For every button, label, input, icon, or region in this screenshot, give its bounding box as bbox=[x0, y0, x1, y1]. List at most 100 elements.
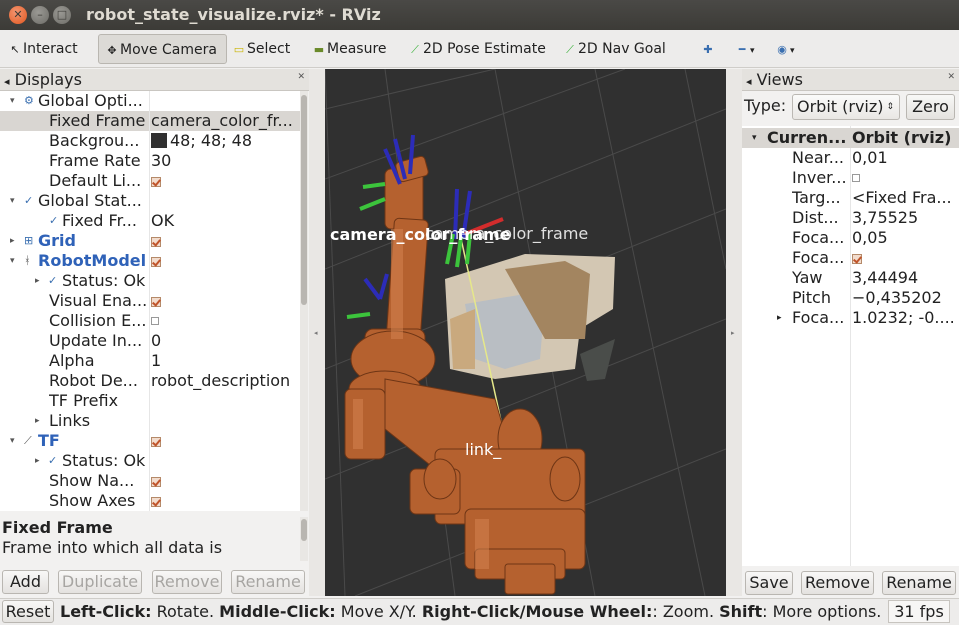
tree-row-frame-rate[interactable]: Frame Rate 30 bbox=[0, 151, 300, 171]
collapse-left-icon[interactable]: ◂ bbox=[314, 329, 318, 337]
chevron-right-icon[interactable]: ▸ bbox=[35, 271, 40, 291]
checkbox-checked[interactable] bbox=[151, 477, 161, 487]
tree-row-visual-enabled[interactable]: Visual Ena... bbox=[0, 291, 300, 311]
remove-view-button[interactable]: Remove bbox=[801, 571, 874, 595]
tree-row-robot-description[interactable]: Robot De... robot_description bbox=[0, 371, 300, 391]
tree-row-default-light[interactable]: Default Li... bbox=[0, 171, 300, 191]
tree-row-links[interactable]: ▸ Links bbox=[0, 411, 300, 431]
publish-point-tool[interactable]: ✚ bbox=[695, 34, 716, 64]
right-splitter[interactable]: ▸ bbox=[726, 69, 742, 596]
ok-check-icon: ✓ bbox=[48, 274, 58, 287]
checkbox-checked[interactable] bbox=[151, 257, 161, 267]
chevron-right-icon[interactable]: ▸ bbox=[35, 451, 40, 471]
chevron-down-icon[interactable]: ▾ bbox=[10, 91, 15, 111]
checkbox-checked[interactable] bbox=[151, 237, 161, 247]
checkbox-checked[interactable] bbox=[151, 437, 161, 447]
views-type-bar: Type: Orbit (rviz) ⇕ Zero bbox=[742, 91, 959, 125]
chevron-right-icon[interactable]: ▸ bbox=[777, 308, 782, 328]
close-icon[interactable]: ✕ bbox=[947, 73, 955, 82]
remove-display-button[interactable]: Remove bbox=[152, 570, 222, 594]
checkbox-checked[interactable] bbox=[852, 254, 862, 264]
checkbox-checked[interactable] bbox=[151, 497, 161, 507]
current-view-row[interactable]: ▾ Curren... Orbit (rviz) bbox=[742, 128, 959, 148]
green-arrow-icon: ⟋ bbox=[411, 43, 419, 56]
tree-row-global-status[interactable]: ▾ ✓ Global Stat... bbox=[0, 191, 300, 211]
view-row-target-frame[interactable]: Targ... <Fixed Fra... bbox=[742, 188, 959, 208]
add-display-button[interactable]: Add bbox=[2, 570, 49, 594]
view-row-distance[interactable]: Dist... 3,75525 bbox=[742, 208, 959, 228]
close-icon[interactable]: ✕ bbox=[297, 73, 305, 82]
view-row-focal-shape-fixed[interactable]: Foca... bbox=[742, 248, 959, 268]
measure-tool[interactable]: ▬ Measure bbox=[306, 34, 387, 64]
tree-row-show-axes[interactable]: Show Axes bbox=[0, 491, 300, 511]
select-tool[interactable]: ▭ Select bbox=[226, 34, 290, 64]
save-view-button[interactable]: Save bbox=[745, 571, 793, 595]
displays-panel-header: ◂ Displays ✕ bbox=[0, 69, 309, 91]
displays-tree[interactable]: ▾ ⚙ Global Opti... Fixed Frame camera_co… bbox=[0, 91, 300, 511]
window-close-button[interactable]: ✕ bbox=[9, 6, 27, 24]
tree-row-tf[interactable]: ▾ ⟋ TF bbox=[0, 431, 300, 451]
view-row-focal-point[interactable]: ▸ Foca... 1.0232; -0.... bbox=[742, 308, 959, 328]
chevron-down-icon[interactable]: ▾ bbox=[752, 128, 757, 148]
rename-view-button[interactable]: Rename bbox=[882, 571, 956, 595]
window-minimize-button[interactable]: – bbox=[31, 6, 49, 24]
view-row-invert[interactable]: Inver... bbox=[742, 168, 959, 188]
gear-icon: ⚙ bbox=[24, 94, 34, 107]
view-type-select[interactable]: Orbit (rviz) ⇕ bbox=[792, 94, 900, 120]
scrollbar-thumb[interactable] bbox=[301, 519, 307, 541]
tree-row-robotmodel-status[interactable]: ▸ ✓ Status: Ok bbox=[0, 271, 300, 291]
nav-goal-tool[interactable]: ⟋ 2D Nav Goal bbox=[557, 34, 666, 64]
ruler-icon: ▬ bbox=[313, 43, 325, 56]
duplicate-display-button[interactable]: Duplicate bbox=[58, 570, 142, 594]
views-tree[interactable]: ▾ Curren... Orbit (rviz) Near... 0,01 In… bbox=[742, 126, 959, 566]
checkbox-checked[interactable] bbox=[151, 297, 161, 307]
chevron-right-icon[interactable]: ▸ bbox=[10, 231, 15, 251]
tree-row-update-interval[interactable]: Update In... 0 bbox=[0, 331, 300, 351]
view-tool-dropdown[interactable]: ◉ ▾ bbox=[769, 34, 795, 64]
view-row-yaw[interactable]: Yaw 3,44494 bbox=[742, 268, 959, 288]
window-maximize-button[interactable]: □ bbox=[53, 6, 71, 24]
checkbox-unchecked[interactable] bbox=[852, 174, 860, 182]
chevron-down-icon[interactable]: ▾ bbox=[10, 191, 15, 211]
tree-row-collision-enabled[interactable]: Collision E... bbox=[0, 311, 300, 331]
chevron-down-icon: ▾ bbox=[750, 46, 755, 56]
chevron-down-icon[interactable]: ▾ bbox=[10, 431, 15, 451]
status-help-text: Left-Click: Rotate. Middle-Click: Move X… bbox=[60, 602, 882, 621]
tree-row-grid[interactable]: ▸ ⊞ Grid bbox=[0, 231, 300, 251]
scene-render: camera_color_frame camera_color_frame li… bbox=[325, 69, 726, 596]
tree-row-tf-prefix[interactable]: TF Prefix bbox=[0, 391, 300, 411]
tree-row-global-options[interactable]: ▾ ⚙ Global Opti... bbox=[0, 91, 300, 111]
3d-viewport[interactable]: camera_color_frame camera_color_frame li… bbox=[325, 69, 726, 596]
tree-row-fixed-frame[interactable]: Fixed Frame camera_color_fr... bbox=[0, 111, 300, 131]
chevron-down-icon: ▾ bbox=[790, 46, 795, 56]
tree-row-alpha[interactable]: Alpha 1 bbox=[0, 351, 300, 371]
chevron-right-icon[interactable]: ▸ bbox=[35, 411, 40, 431]
checkbox-checked[interactable] bbox=[151, 177, 161, 187]
chevron-down-icon[interactable]: ▾ bbox=[10, 251, 15, 271]
displays-scrollbar[interactable] bbox=[300, 91, 308, 511]
tree-row-show-names[interactable]: Show Na... bbox=[0, 471, 300, 491]
reset-button[interactable]: Reset bbox=[2, 600, 54, 623]
collapse-right-icon[interactable]: ▸ bbox=[731, 329, 735, 337]
scrollbar-thumb[interactable] bbox=[301, 95, 307, 305]
description-scrollbar[interactable] bbox=[300, 517, 308, 561]
interact-tool[interactable]: ↖ Interact bbox=[2, 34, 77, 64]
views-title: Views bbox=[756, 70, 803, 89]
zero-button[interactable]: Zero bbox=[906, 94, 955, 120]
left-splitter[interactable]: ◂ bbox=[309, 69, 325, 596]
view-row-near-clip[interactable]: Near... 0,01 bbox=[742, 148, 959, 168]
pose-estimate-tool[interactable]: ⟋ 2D Pose Estimate bbox=[402, 34, 546, 64]
eye-icon: ◉ bbox=[777, 43, 787, 56]
add-tool-dropdown[interactable]: ━ ▾ bbox=[729, 34, 755, 64]
color-swatch[interactable] bbox=[151, 133, 167, 148]
tree-row-fixed-frame-status[interactable]: ✓ Fixed Fr... OK bbox=[0, 211, 300, 231]
view-row-pitch[interactable]: Pitch −0,435202 bbox=[742, 288, 959, 308]
move-camera-tool[interactable]: ✥ Move Camera bbox=[98, 34, 227, 64]
rename-display-button[interactable]: Rename bbox=[231, 570, 305, 594]
view-row-focal-shape-size[interactable]: Foca... 0,05 bbox=[742, 228, 959, 248]
tree-row-background[interactable]: Backgrou... 48; 48; 48 bbox=[0, 131, 300, 151]
checkbox-unchecked[interactable] bbox=[151, 317, 159, 325]
tree-row-robotmodel[interactable]: ▾ ᚼ RobotModel bbox=[0, 251, 300, 271]
displays-title: Displays bbox=[14, 70, 82, 89]
tree-row-tf-status[interactable]: ▸ ✓ Status: Ok bbox=[0, 451, 300, 471]
